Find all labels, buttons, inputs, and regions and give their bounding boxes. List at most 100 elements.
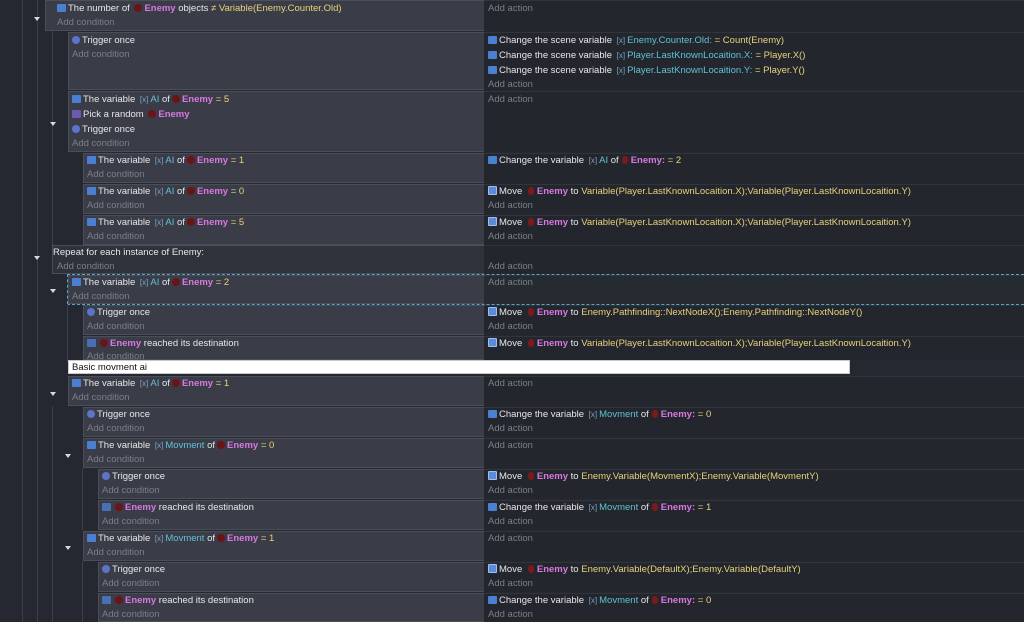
- event-repeat-enemy[interactable]: Repeat for each instance of Enemy: Add c…: [0, 245, 1024, 274]
- add-action[interactable]: Add action: [488, 577, 533, 591]
- add-condition[interactable]: Add condition: [87, 546, 145, 560]
- enemy-sprite-icon: [527, 308, 534, 316]
- event-trigger-scene-vars[interactable]: Trigger once Add condition Change the sc…: [0, 32, 1024, 90]
- add-condition[interactable]: Add condition: [57, 16, 115, 30]
- destination-icon: [102, 596, 111, 604]
- add-condition[interactable]: Add condition: [72, 48, 130, 62]
- action-set-last-y[interactable]: Change the scene variable [x] Player.Last…: [488, 64, 805, 78]
- destination-icon: [102, 503, 111, 511]
- trigger-once-icon: [87, 410, 95, 418]
- add-action[interactable]: Add action: [488, 532, 533, 546]
- variable-icon: [488, 51, 497, 59]
- variable-icon: [488, 36, 497, 44]
- event-ai-2[interactable]: The variable [x] AI of Enemy = 2 Add condi…: [0, 275, 1024, 304]
- collapse-chevron-icon[interactable]: [50, 122, 56, 126]
- add-condition[interactable]: Add condition: [87, 199, 145, 213]
- comment-box[interactable]: Basic movment ai: [68, 360, 850, 374]
- add-condition[interactable]: Add condition: [72, 290, 130, 304]
- enemy-sprite-icon: [527, 218, 534, 226]
- add-action[interactable]: Add action: [488, 439, 533, 453]
- collapse-chevron-icon[interactable]: [65, 546, 71, 550]
- trigger-once-icon: [72, 36, 80, 44]
- variable-icon: [72, 379, 81, 387]
- collapse-chevron-icon[interactable]: [65, 454, 71, 458]
- event-trigger-move-default[interactable]: Trigger once Add condition Move Enemy to…: [0, 562, 1024, 592]
- add-action[interactable]: Add action: [488, 608, 533, 622]
- add-condition[interactable]: Add condition: [87, 168, 145, 182]
- add-condition[interactable]: Add condition: [102, 484, 160, 498]
- event-trigger-pathfind[interactable]: Trigger once Add condition Move Enemy to…: [0, 305, 1024, 335]
- add-action[interactable]: Add action: [488, 320, 533, 334]
- event-ai-1[interactable]: The variable [x] AI of Enemy = 1 Add condi…: [0, 153, 1024, 183]
- action-move-path[interactable]: Move Enemy to Enemy.Pathfinding::NextNod…: [488, 306, 862, 320]
- event-movment-0[interactable]: The variable [x] Movment of Enemy = 0 Add …: [0, 438, 1024, 468]
- event-reached-set-movment-0[interactable]: Enemy reached its destination Add condit…: [0, 593, 1024, 622]
- action-move-last[interactable]: Move Enemy to Variable(Player.LastKnownL…: [488, 216, 911, 230]
- action-move-default[interactable]: Move Enemy to Enemy.Variable(DefaultX);E…: [488, 563, 801, 577]
- event-ai-0[interactable]: The variable [x] AI of Enemy = 0 Add condi…: [0, 184, 1024, 214]
- add-action[interactable]: Add action: [488, 199, 533, 213]
- trigger-once-icon: [72, 125, 80, 133]
- action-set-movment[interactable]: Change the variable [x] Movment of Enemy: …: [488, 594, 711, 608]
- event-trigger-move-mov[interactable]: Trigger once Add condition Move Enemy to…: [0, 469, 1024, 499]
- add-condition[interactable]: Add condition: [87, 422, 145, 436]
- move-icon: [488, 217, 497, 226]
- collapse-chevron-icon[interactable]: [34, 17, 40, 21]
- repeat-header: Repeat for each instance of Enemy:: [53, 247, 205, 258]
- enemy-sprite-icon: [134, 4, 143, 12]
- event-ai5-pick-random[interactable]: The variable [x] AI of Enemy = 5 Pick a ra…: [0, 91, 1024, 152]
- add-action[interactable]: Add action: [488, 2, 533, 16]
- enemy-sprite-icon: [217, 534, 226, 542]
- add-condition[interactable]: Add condition: [57, 260, 115, 274]
- add-condition[interactable]: Add condition: [87, 453, 145, 467]
- add-action[interactable]: Add action: [488, 515, 533, 529]
- event-trigger-set-movment[interactable]: Trigger once Add condition Change the va…: [0, 407, 1024, 437]
- add-condition[interactable]: Add condition: [102, 608, 160, 622]
- enemy-sprite-icon: [171, 379, 180, 387]
- add-action[interactable]: Add action: [488, 422, 533, 436]
- add-condition[interactable]: Add condition: [87, 320, 145, 334]
- action-move-last[interactable]: Move Enemy to Variable(Player.LastKnownL…: [488, 185, 911, 199]
- add-condition[interactable]: Add condition: [72, 137, 130, 151]
- action-set-movment[interactable]: Change the variable [x] Movment of Enemy: …: [488, 501, 711, 515]
- add-condition[interactable]: Add condition: [102, 515, 160, 529]
- variable-icon: [72, 95, 81, 103]
- enemy-sprite-icon: [217, 441, 226, 449]
- event-counter-changed[interactable]: The number of Enemy objects ≠ Variable(E…: [0, 0, 1024, 31]
- action-move-last[interactable]: Move Enemy to Variable(Player.LastKnownL…: [488, 337, 911, 351]
- move-icon: [488, 338, 497, 347]
- event-ai-1-group[interactable]: The variable [x] AI of Enemy = 1 Add condi…: [0, 376, 1024, 406]
- event-ai-5[interactable]: The variable [x] AI of Enemy = 5 Add condi…: [0, 215, 1024, 245]
- collapse-chevron-icon[interactable]: [50, 289, 56, 293]
- add-action[interactable]: Add action: [488, 93, 533, 107]
- trigger-once-icon: [102, 472, 110, 480]
- collapse-chevron-icon[interactable]: [34, 256, 40, 260]
- enemy-sprite-icon: [186, 187, 195, 195]
- event-movment-1[interactable]: The variable [x] Movment of Enemy = 1 Add …: [0, 531, 1024, 561]
- add-condition[interactable]: Add condition: [102, 577, 160, 591]
- pick-random-icon: [72, 110, 81, 118]
- move-icon: [488, 471, 497, 480]
- action-set-counter[interactable]: Change the scene variable [x] Enemy.Count…: [488, 34, 784, 48]
- add-condition[interactable]: Add condition: [72, 391, 130, 405]
- collapse-chevron-icon[interactable]: [50, 392, 56, 396]
- action-set-ai[interactable]: Change the variable [x] AI of Enemy: = 2: [488, 154, 681, 168]
- add-action[interactable]: Add action: [488, 377, 533, 391]
- add-action[interactable]: Add action: [488, 484, 533, 498]
- trigger-once-icon: [102, 565, 110, 573]
- action-set-last-x[interactable]: Change the scene variable [x] Player.Last…: [488, 49, 805, 63]
- add-action[interactable]: Add action: [488, 78, 533, 92]
- action-set-movment[interactable]: Change the variable [x] Movment of Enemy: …: [488, 408, 711, 422]
- add-condition[interactable]: Add condition: [87, 230, 145, 244]
- event-reached-dest-ai2[interactable]: Enemy reached its destination Add condit…: [0, 336, 1024, 362]
- add-action[interactable]: Add action: [488, 230, 533, 244]
- add-action[interactable]: Add action: [488, 276, 533, 290]
- enemy-sprite-icon: [171, 95, 180, 103]
- enemy-sprite-icon: [527, 565, 534, 573]
- trigger-once-icon: [87, 308, 95, 316]
- enemy-sprite-icon: [527, 339, 534, 347]
- add-action[interactable]: Add action: [488, 260, 533, 274]
- action-move-mov[interactable]: Move Enemy to Enemy.Variable(MovmentX);E…: [488, 470, 819, 484]
- event-reached-set-movment-1[interactable]: Enemy reached its destination Add condit…: [0, 500, 1024, 530]
- variable-icon: [87, 156, 96, 164]
